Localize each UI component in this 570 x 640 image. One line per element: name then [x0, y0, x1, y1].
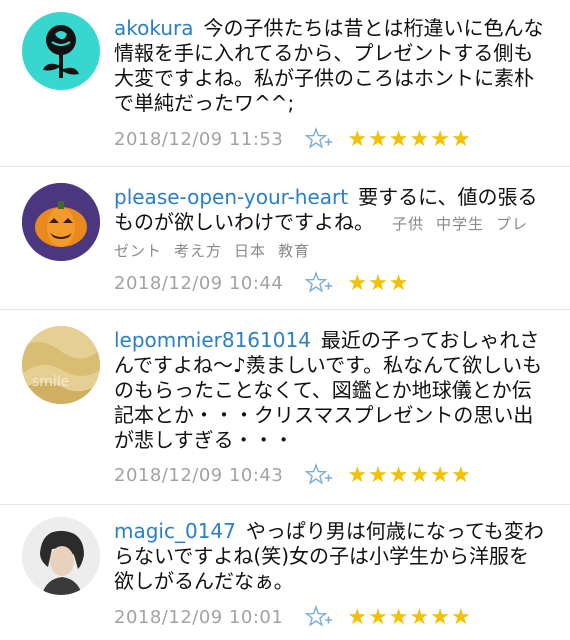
timestamp-link[interactable]: 2018/12/09 10:44 [114, 273, 283, 294]
timestamp-link[interactable]: 2018/12/09 10:43 [114, 465, 283, 486]
fabric-photo-icon: smile [22, 326, 100, 404]
tag-link[interactable]: 子供 [392, 215, 424, 233]
pumpkin-icon [22, 183, 100, 261]
add-star-icon [304, 462, 333, 485]
username-link[interactable]: akokura [114, 16, 193, 40]
comment-meta: 2018/12/09 11:53 ★★★★★★ [114, 126, 554, 152]
star-rating[interactable]: ★★★ [347, 271, 409, 296]
star-rating[interactable]: ★★★★★★ [347, 127, 471, 152]
add-star-icon [304, 270, 333, 293]
avatar[interactable] [22, 12, 100, 90]
rose-icon [43, 25, 79, 78]
add-star-button[interactable] [304, 270, 333, 295]
star-rating[interactable]: ★★★★★★ [347, 605, 471, 630]
comment-body: magic_0147 やっぱり男は何歳になっても変わらないですよね(笑)女の子は小… [114, 519, 544, 594]
comment-item: akokura 今の子供たちは昔とは桁違いに色んな情報を手に入れてるから、プレゼン… [0, 0, 570, 165]
tag-link[interactable]: 考え方 [174, 242, 222, 260]
person-photo-icon [22, 517, 100, 595]
comment-body: akokura 今の子供たちは昔とは桁違いに色んな情報を手に入れてるから、プレゼン… [114, 16, 544, 116]
add-star-icon [304, 126, 333, 149]
comment-item: smile lepommier8161014 最近の子っておしゃれさんですよね〜♪… [0, 310, 570, 505]
comment-item: magic_0147 やっぱり男は何歳になっても変わらないですよね(笑)女の子は小… [0, 505, 570, 640]
add-star-button[interactable] [304, 604, 333, 629]
comment-item: please-open-your-heart 要するに、値の張るものが欲しいわけで… [0, 167, 570, 307]
comment-meta: 2018/12/09 10:01 ★★★★★★ [114, 604, 554, 630]
tag-link[interactable]: 日本 [234, 242, 266, 260]
tag-link[interactable]: 中学生 [436, 215, 484, 233]
star-rating[interactable]: ★★★★★★ [347, 463, 471, 488]
avatar[interactable]: smile [22, 326, 100, 404]
username-link[interactable]: lepommier8161014 [114, 328, 311, 352]
svg-text:smile: smile [32, 374, 69, 390]
add-star-button[interactable] [304, 462, 333, 487]
add-star-button[interactable] [304, 126, 333, 151]
timestamp-link[interactable]: 2018/12/09 11:53 [114, 129, 283, 150]
comment-meta: 2018/12/09 10:44 ★★★ [114, 270, 554, 296]
comment-body: lepommier8161014 最近の子っておしゃれさんですよね〜♪羨ましいです… [114, 328, 544, 453]
avatar[interactable] [22, 517, 100, 595]
username-link[interactable]: please-open-your-heart [114, 185, 348, 209]
add-star-icon [304, 604, 333, 627]
comment-meta: 2018/12/09 10:43 ★★★★★★ [114, 462, 554, 488]
tag-link[interactable]: 教育 [278, 242, 310, 260]
comment-body: please-open-your-heart 要するに、値の張るものが欲しいわけで… [114, 185, 544, 264]
username-link[interactable]: magic_0147 [114, 519, 236, 543]
timestamp-link[interactable]: 2018/12/09 10:01 [114, 607, 283, 628]
avatar[interactable] [22, 183, 100, 261]
